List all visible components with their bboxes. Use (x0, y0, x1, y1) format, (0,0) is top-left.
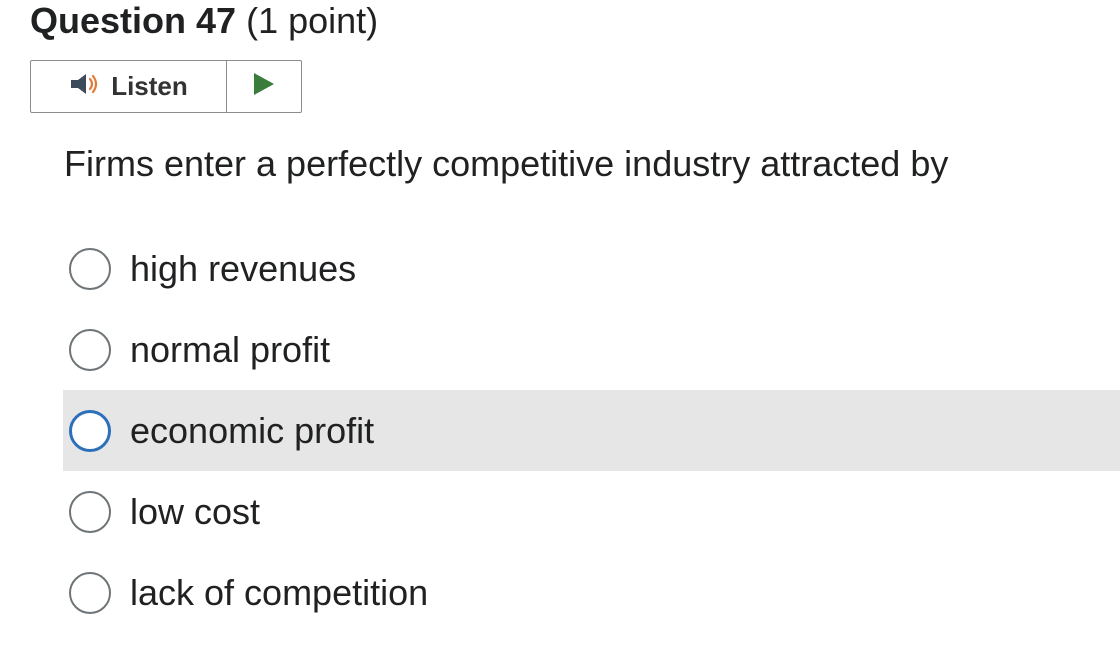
option-label: low cost (130, 490, 261, 532)
answer-options: high revenues normal profit economic pro… (63, 228, 1120, 633)
option-high-revenues[interactable]: high revenues (63, 228, 1120, 309)
question-text: Firms enter a perfectly competitive indu… (64, 143, 949, 184)
option-lack-of-competition[interactable]: lack of competition (63, 552, 1120, 633)
play-icon (252, 71, 276, 102)
option-low-cost[interactable]: low cost (63, 471, 1120, 552)
question-title: Question 47 (30, 0, 237, 41)
radio-button[interactable] (69, 328, 111, 371)
option-label: economic profit (130, 409, 375, 451)
option-label: normal profit (130, 328, 331, 370)
question-header: Question 47 (1 point) (30, 0, 378, 42)
question-points: (1 point) (246, 0, 379, 41)
radio-button[interactable] (69, 490, 111, 533)
play-button[interactable] (227, 61, 301, 112)
listen-toolbar: Listen (30, 60, 302, 113)
option-normal-profit[interactable]: normal profit (63, 309, 1120, 390)
option-label: high revenues (130, 247, 357, 289)
listen-label: Listen (111, 71, 188, 101)
option-label: lack of competition (130, 571, 429, 613)
option-economic-profit[interactable]: economic profit (63, 390, 1120, 471)
radio-button[interactable] (69, 409, 111, 452)
radio-button[interactable] (69, 571, 111, 614)
listen-button[interactable]: Listen (31, 61, 227, 112)
speaker-icon (69, 71, 101, 102)
radio-button[interactable] (69, 247, 111, 290)
